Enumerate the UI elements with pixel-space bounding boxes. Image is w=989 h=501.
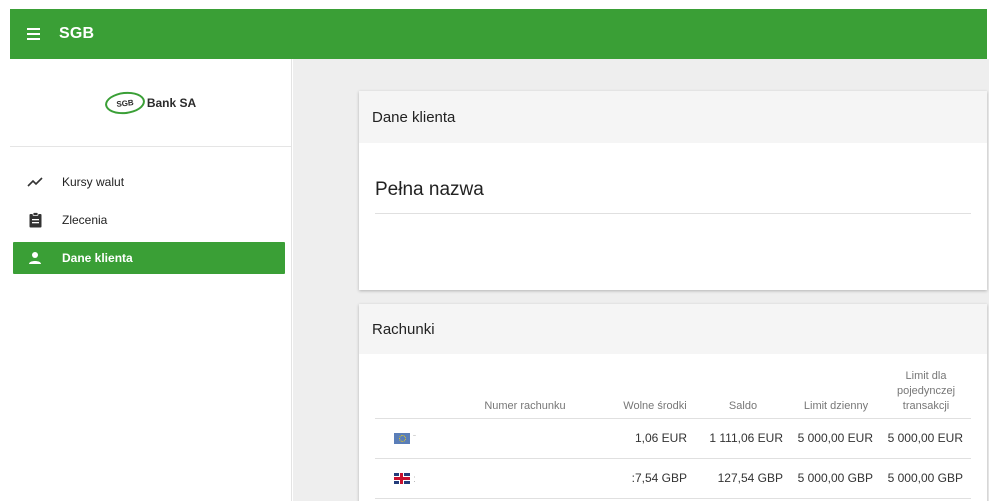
column-header: Numer rachunku [435,368,615,419]
balance-cell: 1 111,06 EUR [695,418,791,459]
hamburger-menu-icon[interactable] [27,23,49,45]
free-funds-cell: 1,06 EUR [615,418,695,459]
column-header: Saldo [695,368,791,419]
bank-logo: SGB Bank SA [103,89,197,116]
column-header: Limit dzienny [791,368,881,419]
sidebar-nav: Kursy walut Zlecenia Dane klienta [10,147,291,274]
table-header-row: Numer rachunku Wolne środki Saldo Limit … [375,368,971,419]
currency-cell: ˉ [375,418,435,459]
sidebar-item-label: Kursy walut [62,175,125,189]
currency-cell: : [375,458,435,499]
single-limit-cell: 5 000,00 GBP [881,458,971,499]
sidebar-item-label: Dane klienta [62,251,133,265]
trending-icon [25,172,45,192]
logo-area: SGB Bank SA [10,59,291,147]
column-header: Wolne środki [615,368,695,419]
table-row[interactable]: ˉ 1,06 EUR 1 111,06 EUR 5 000,00 EUR 5 0… [375,418,971,459]
logo-text: Bank SA [146,95,197,110]
app-window: SGB SGB Bank SA Kursy walut Zlecenia Dan… [0,0,989,501]
single-limit-cell: 5 000,00 EUR [881,418,971,459]
sidebar-item-label: Zlecenia [62,213,108,227]
sidebar-item-zlecenia[interactable]: Zlecenia [13,204,285,236]
sidebar-item-kursy-walut[interactable]: Kursy walut [13,166,285,198]
balance-cell: 127,54 GBP [695,458,791,499]
accounts-table: Numer rachunku Wolne środki Saldo Limit … [375,368,971,499]
card-title: Rachunki [359,304,987,354]
full-name-label: Pełna nazwa [375,179,971,214]
column-header [375,368,435,419]
client-data-card: Dane klienta Pełna nazwa [359,91,987,290]
daily-limit-cell: 5 000,00 GBP [791,458,881,499]
account-number-cell [435,458,615,499]
account-number-cell [435,418,615,459]
accounts-card: Rachunki Numer rachunku Wolne środki Sal… [359,304,987,501]
main-content: Dane klienta Pełna nazwa Rachunki Numer … [293,59,989,501]
card-title: Dane klienta [359,91,987,143]
column-header: Limit dla pojedynczej transakcji [881,368,971,419]
clipboard-icon [25,210,45,230]
free-funds-cell: :7,54 GBP [615,458,695,499]
gb-flag-icon [394,473,411,485]
daily-limit-cell: 5 000,00 EUR [791,418,881,459]
table-row[interactable]: : :7,54 GBP 127,54 GBP 5 000,00 GBP 5 00… [375,458,971,499]
logo-badge: SGB [103,89,146,116]
sidebar-item-dane-klienta[interactable]: Dane klienta [13,242,285,274]
eu-flag-icon [393,433,410,445]
person-icon [25,248,45,268]
sidebar: SGB Bank SA Kursy walut Zlecenia Dane kl… [10,59,292,501]
app-title: SGB [59,25,95,42]
top-app-bar: SGB [10,9,987,59]
